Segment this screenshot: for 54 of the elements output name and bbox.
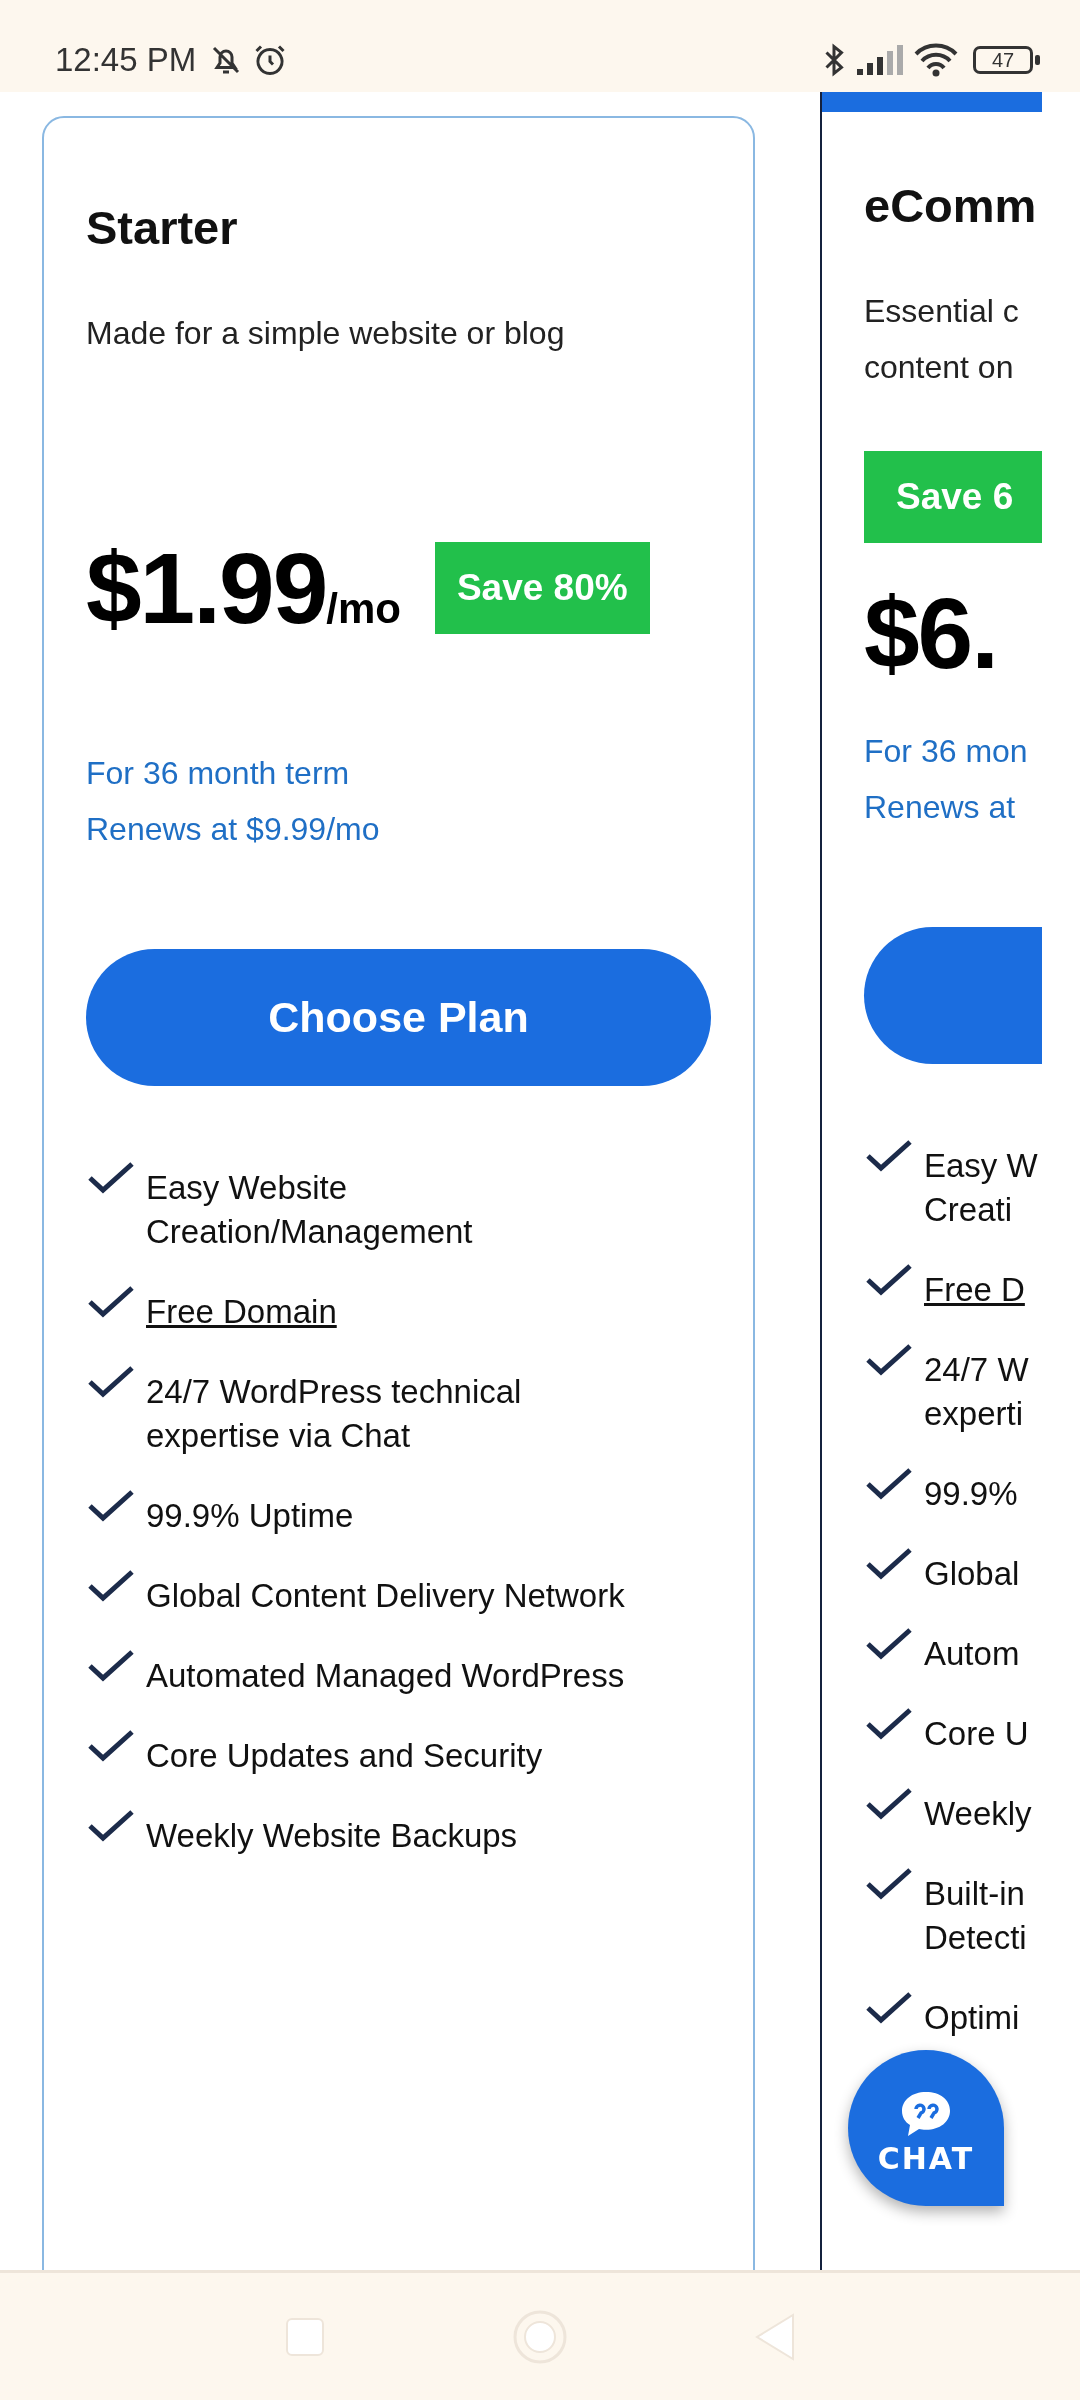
wifi-icon xyxy=(913,42,959,78)
feature-text: Built-in Detecti xyxy=(924,1874,1027,1958)
feature-link[interactable]: Free D xyxy=(924,1268,1025,1312)
feature-text: Autom xyxy=(924,1634,1020,1674)
feature-text: Automated Managed WordPress xyxy=(146,1656,625,1696)
check-icon xyxy=(86,1160,136,1196)
signal-icon xyxy=(855,43,905,77)
plan-description: Essential c content on xyxy=(864,292,1019,387)
feature-text: 24/7 WordPress technical expertise via Chat xyxy=(146,1372,523,1456)
check-icon xyxy=(86,1728,136,1764)
feature-text: Optimi xyxy=(924,1998,1020,2038)
feature-link[interactable]: Free Domain xyxy=(146,1290,337,1334)
term-text: For 36 mon xyxy=(864,732,1028,771)
price: $1.99/mo xyxy=(86,533,401,643)
check-icon xyxy=(864,1626,914,1662)
discount-badge: Save 6 xyxy=(864,451,1042,543)
chat-button[interactable]: CHAT xyxy=(848,2050,1004,2206)
feature-text: Global xyxy=(924,1554,1020,1594)
check-icon xyxy=(86,1808,136,1844)
plan-title: eComm xyxy=(864,178,1037,234)
check-icon xyxy=(864,1546,914,1582)
check-icon xyxy=(864,1866,914,1902)
check-icon xyxy=(864,1466,914,1502)
feature-text: Easy W Creati xyxy=(924,1146,1038,1230)
renewal-text: Renews at xyxy=(864,788,1016,827)
check-icon xyxy=(86,1488,136,1524)
check-icon xyxy=(864,1262,914,1298)
check-icon xyxy=(864,1786,914,1822)
check-icon xyxy=(86,1568,136,1604)
price: $6. xyxy=(864,578,998,688)
choose-plan-button[interactable]: Choose Plan xyxy=(86,949,711,1086)
feature-text: 24/7 W experti xyxy=(924,1350,1029,1434)
choose-plan-button[interactable] xyxy=(864,927,1042,1064)
feature-text: Global Content Delivery Network xyxy=(146,1576,625,1616)
feature-text: Weekly Website Backups xyxy=(146,1816,518,1856)
check-icon xyxy=(864,1342,914,1378)
check-icon xyxy=(864,1990,914,2026)
plan-title: Starter xyxy=(86,200,239,256)
feature-text: Core U xyxy=(924,1714,1029,1754)
feature-text: 99.9% Uptime xyxy=(146,1496,354,1536)
plan-description: Made for a simple website or blog xyxy=(86,314,566,353)
renewal-text: Renews at $9.99/mo xyxy=(86,810,381,849)
check-icon xyxy=(86,1364,136,1400)
feature-text: Weekly xyxy=(924,1794,1032,1834)
check-icon xyxy=(86,1648,136,1684)
check-icon xyxy=(864,1138,914,1174)
check-icon xyxy=(86,1284,136,1320)
term-text: For 36 month term xyxy=(86,754,351,793)
feature-text: Core Updates and Security xyxy=(146,1736,543,1776)
feature-text: 99.9% xyxy=(924,1474,1018,1514)
clock: 12:45 PM xyxy=(55,41,197,79)
discount-badge: Save 80% xyxy=(434,542,650,634)
feature-text: Easy Website Creation/Management xyxy=(146,1168,474,1252)
check-icon xyxy=(864,1706,914,1742)
